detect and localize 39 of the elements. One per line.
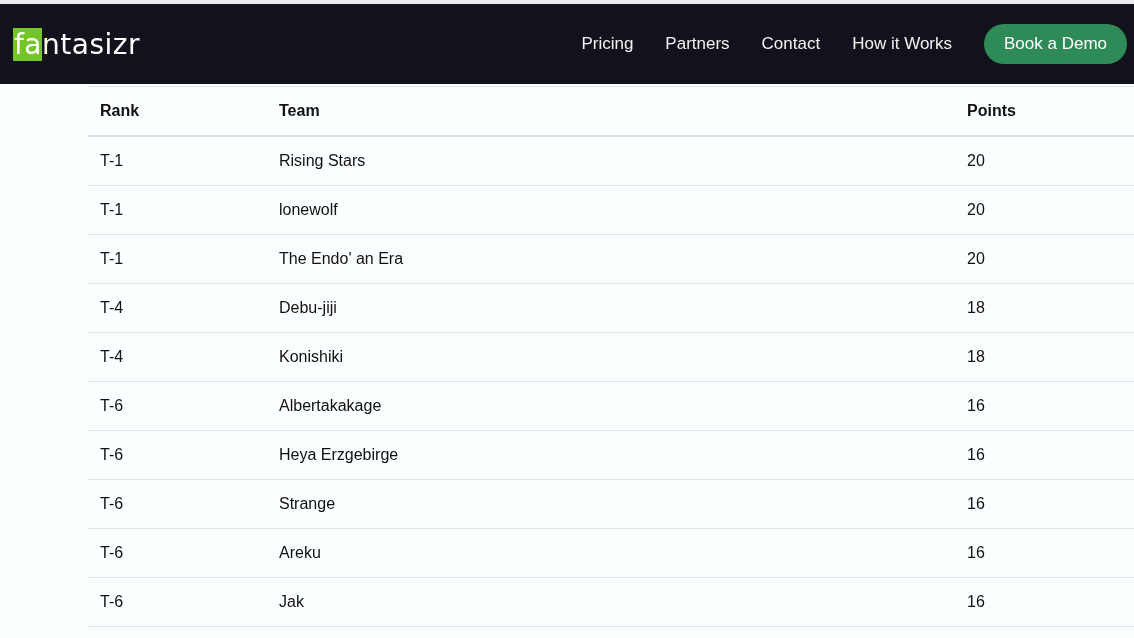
table-cell: 18 <box>955 332 1134 382</box>
book-demo-button[interactable]: Book a Demo <box>984 24 1127 64</box>
table-cell: Areku <box>267 528 955 578</box>
nav-link[interactable]: Contact <box>761 34 821 54</box>
table-cell: 16 <box>955 381 1134 431</box>
table-cell: T-4 <box>88 332 267 382</box>
table-cell: 18 <box>955 283 1134 333</box>
table-cell: 16 <box>955 577 1134 627</box>
table-cell: Heya Erzgebirge <box>267 430 955 480</box>
table-cell: Jak <box>267 577 955 627</box>
table-cell: T-4 <box>88 283 267 333</box>
table-cell: 20 <box>955 234 1134 284</box>
table-cell: T-1 <box>88 185 267 235</box>
table-cell: lonewolf <box>267 185 955 235</box>
nav-link[interactable]: Partners <box>665 34 730 54</box>
table-cell: T-6 <box>88 381 267 431</box>
column-header: Team <box>267 87 955 136</box>
table-cell: T-1 <box>88 136 267 186</box>
table-cell: T-6 <box>88 479 267 529</box>
table-cell: Konishiki <box>267 332 955 382</box>
table-cell: 20 <box>955 136 1134 186</box>
column-header: Rank <box>88 87 267 136</box>
table-cell: 16 <box>955 479 1134 529</box>
table-cell: Albertakakage <box>267 381 955 431</box>
table-cell: 16 <box>955 528 1134 578</box>
table-cell: T-6 <box>88 577 267 627</box>
logo[interactable]: fantasizr <box>13 27 140 61</box>
table-cell: 20 <box>955 185 1134 235</box>
table-cell: The Endo' an Era <box>267 234 955 284</box>
nav-link[interactable]: Pricing <box>581 34 634 54</box>
table-cell: T-6 <box>88 430 267 480</box>
nav-link[interactable]: How it Works <box>852 34 952 54</box>
table-cell: Debu-jiji <box>267 283 955 333</box>
table-cell: T-1 <box>88 234 267 284</box>
table-cell: T-6 <box>88 528 267 578</box>
table-cell: Rising Stars <box>267 136 955 186</box>
table-cell: 16 <box>955 430 1134 480</box>
table-cell: Strange <box>267 479 955 529</box>
column-header: Points <box>955 87 1134 136</box>
